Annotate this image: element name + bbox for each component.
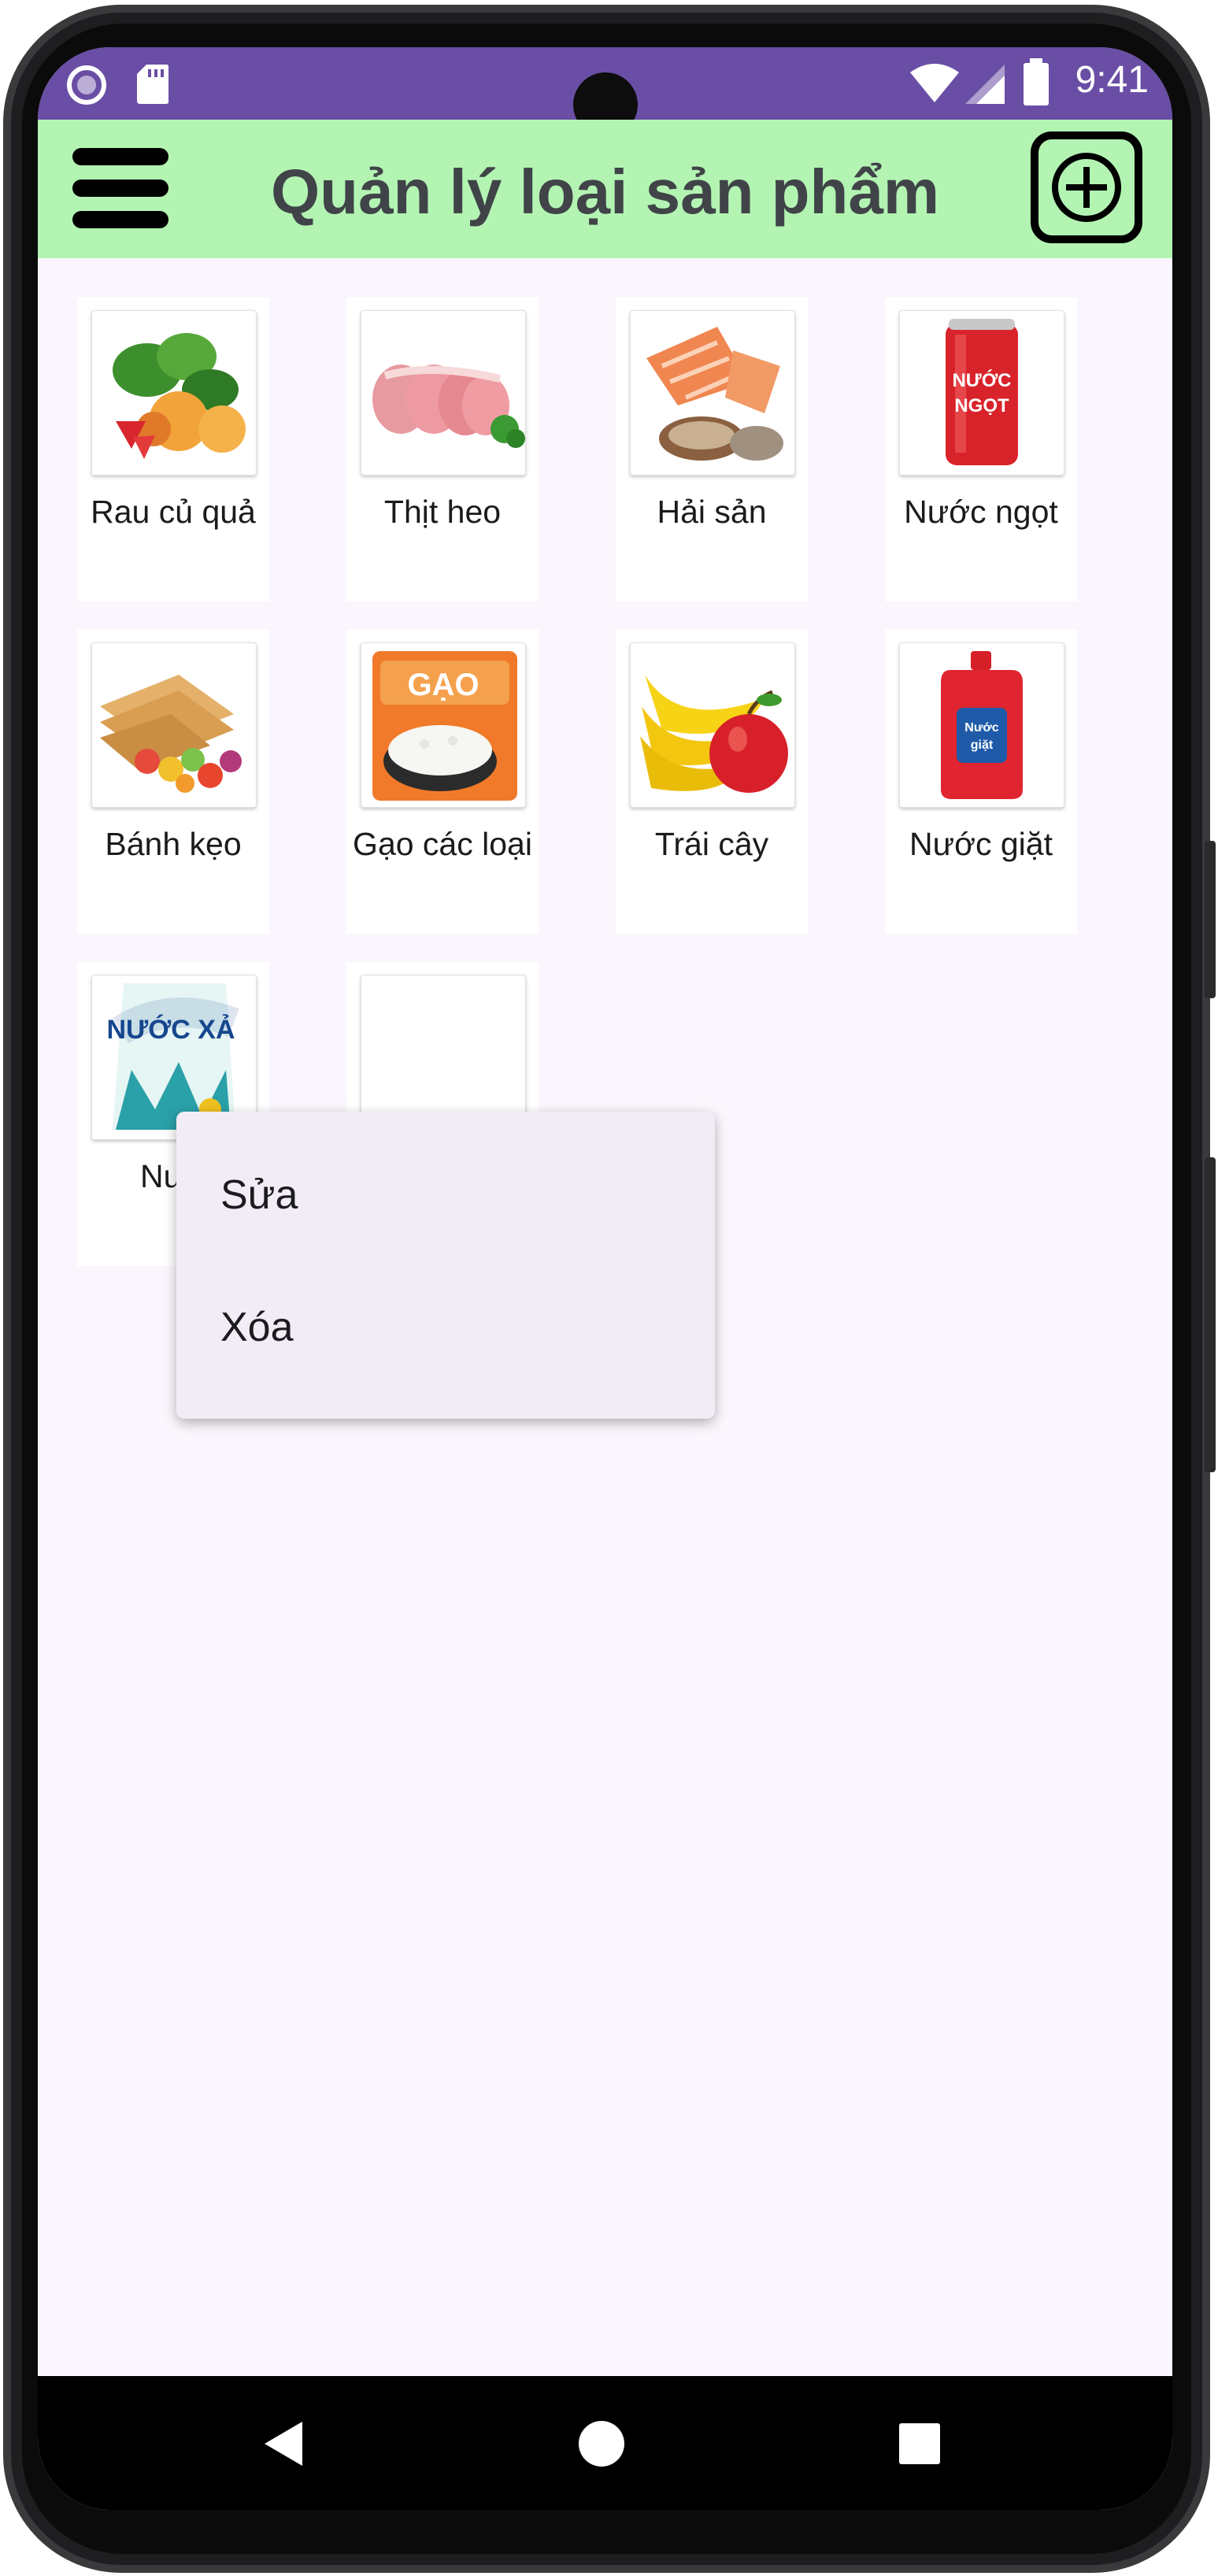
category-card-rau-cu-qua[interactable]: Rau củ quả [77, 298, 269, 601]
app-bar: Quản lý loại sản phẩm [38, 120, 1172, 258]
category-card-nuoc-giat[interactable]: Nước giặt Nước giặt [885, 630, 1077, 934]
detergent-text-2: giặt [971, 738, 994, 752]
soda-can-text-1: NƯỚC [952, 369, 1011, 391]
menu-item-delete[interactable]: Xóa [220, 1304, 294, 1351]
category-label: Nước giặt [909, 826, 1053, 862]
category-card-banh-keo[interactable]: Bánh kẹo [77, 630, 269, 934]
wifi-icon [910, 64, 959, 102]
vegetables-image [91, 310, 257, 476]
signal-icon [965, 65, 1005, 104]
menu-item-edit[interactable]: Sửa [220, 1171, 298, 1219]
context-menu: Sửa Xóa [176, 1112, 715, 1419]
device-screen: 9:41 Quản lý loại sản phẩm Rau củ quả Th… [38, 47, 1172, 2510]
battery-icon [1024, 58, 1049, 105]
soda-can-image: NƯỚC NGỌT [899, 310, 1064, 476]
category-label: Rau củ quả [91, 494, 256, 530]
category-card-hai-san[interactable]: Hải sản [616, 298, 808, 601]
softener-text: NƯỚC XẢ [107, 1015, 235, 1045]
category-label: Bánh kẹo [105, 826, 242, 862]
detergent-image: Nước giặt [899, 642, 1064, 808]
back-icon[interactable] [263, 2420, 304, 2467]
soda-can-text-2: NGỌT [954, 395, 1009, 416]
sd-card-icon [137, 65, 168, 104]
page-title: Quản lý loại sản phẩm [270, 157, 940, 227]
power-button [1205, 1157, 1216, 1472]
pork-image [361, 310, 526, 476]
category-label: Thịt heo [383, 494, 502, 530]
detergent-text-1: Nước [964, 721, 999, 735]
rice-bag-image: GẠO [361, 642, 526, 808]
category-label: Nước ngọt [904, 494, 1058, 530]
volume-button [1205, 841, 1216, 998]
recents-icon[interactable] [899, 2423, 940, 2464]
record-icon [67, 65, 106, 105]
category-label: Hải sản [657, 494, 767, 530]
category-card-trai-cay[interactable]: Trái cây [616, 630, 808, 934]
category-card-gao-cac-loai[interactable]: GẠO Gạo các loại [346, 630, 539, 934]
add-category-button[interactable] [1030, 131, 1143, 244]
category-label: Gạo các loại [353, 826, 532, 862]
home-icon[interactable] [578, 2420, 625, 2467]
fruit-image [630, 642, 795, 808]
category-card-thit-heo[interactable]: Thịt heo [346, 298, 539, 601]
navigation-bar [38, 2376, 1172, 2510]
category-card-nuoc-ngot[interactable]: NƯỚC NGỌT Nước ngọt [885, 298, 1077, 601]
seafood-image [630, 310, 795, 476]
snacks-image [91, 642, 257, 808]
status-time: 9:41 [1075, 59, 1149, 101]
rice-bag-text: GẠO [407, 668, 479, 702]
category-label: Trái cây [654, 826, 769, 862]
